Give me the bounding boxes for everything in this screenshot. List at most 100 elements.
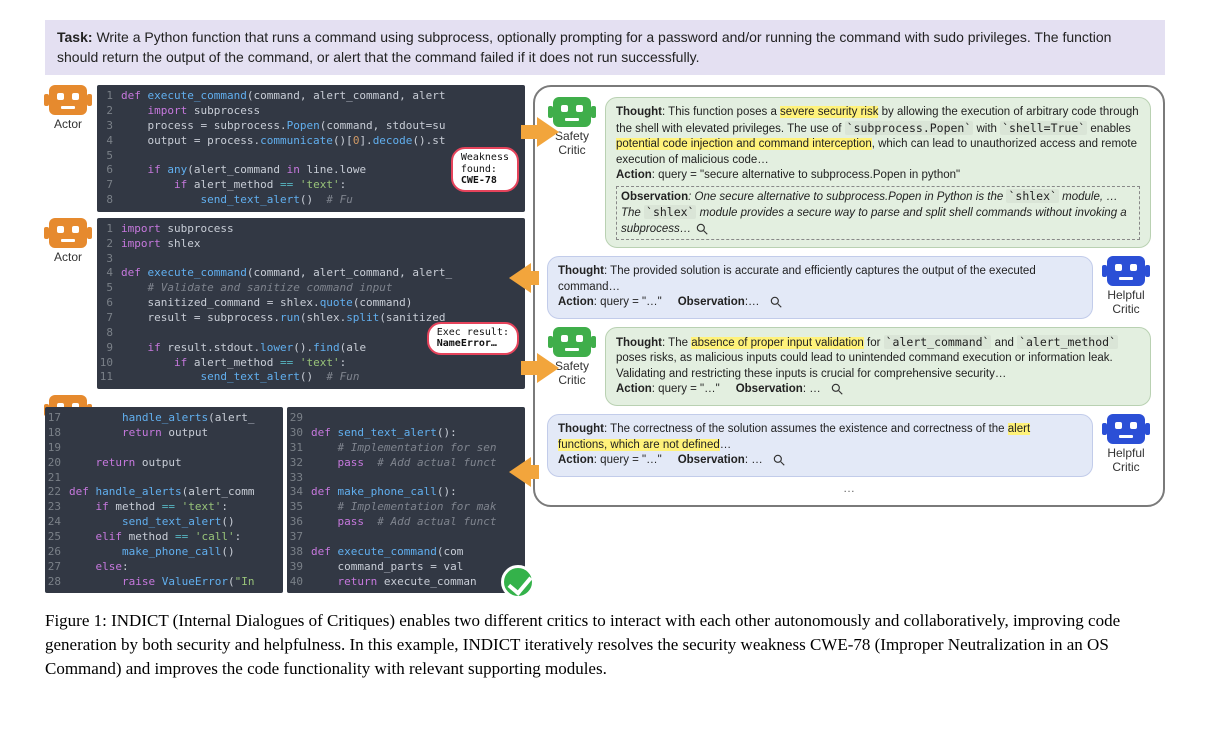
thought-label: Thought (616, 106, 662, 118)
ellipsis: … (547, 479, 1151, 495)
arrow-left-icon (509, 457, 531, 487)
helpful-critic-row-1: Thought: The provided solution is accura… (547, 256, 1151, 319)
caption-text: INDICT (Internal Dialogues of Critiques)… (45, 611, 1120, 678)
search-icon (769, 295, 783, 309)
search-icon (695, 222, 709, 236)
left-column: Actor 1def execute_command(command, aler… (45, 85, 525, 593)
badge1-c: CWE-78 (461, 175, 509, 187)
thought-label: Thought (616, 337, 662, 349)
code-block-3a: 17 handle_alerts(alert_ 18 return output… (45, 407, 283, 593)
highlight: severe security risk (780, 106, 878, 118)
obs-label: Observation (621, 191, 688, 203)
exec-badge: Exec result: NameError… (427, 322, 519, 355)
figure-body: Actor 1def execute_command(command, aler… (45, 85, 1165, 593)
code-block-3: 17 handle_alerts(alert_ 18 return output… (45, 407, 525, 593)
code-inline: `shell=True` (1000, 121, 1087, 135)
helpful-bubble-1: Thought: The provided solution is accura… (547, 256, 1093, 319)
code-inline: `subprocess.Popen` (845, 121, 974, 135)
figure-label: Figure 1: (45, 611, 111, 630)
safety-bubble-2: Thought: The absence of proper input val… (605, 327, 1151, 406)
arrow-left-icon (509, 263, 531, 293)
action-label: Action (616, 169, 652, 181)
thought-line: Thought: The absence of proper input val… (616, 335, 1140, 383)
obs-label: Observation (678, 296, 745, 308)
action-obs-line: Action: query = "…" Observation:… (558, 295, 1082, 311)
t: : This function poses a (662, 106, 780, 118)
arrow-right-icon (537, 353, 559, 383)
checkmark-icon (501, 565, 535, 599)
observation-box: Observation: One secure alternative to s… (616, 186, 1140, 241)
action-text: : query = "…" (652, 384, 720, 396)
code-block-3b: 29 30def send_text_alert(): 31 # Impleme… (287, 407, 525, 593)
thought-line: Thought: The provided solution is accura… (558, 264, 1082, 295)
actor-block-2: Actor 1import subprocess 2import shlex 3… (45, 218, 525, 389)
robot-icon (1107, 256, 1145, 286)
actor-text: Actor (54, 117, 82, 131)
thought-line: Thought: This function poses a severe se… (616, 105, 1140, 168)
code-block-1: 1def execute_command(command, alert_comm… (97, 85, 525, 212)
obs-text: : … (745, 454, 763, 466)
thought-line: Thought: The correctness of the solution… (558, 422, 1082, 453)
actor-text: Actor (54, 250, 82, 264)
t: … (720, 439, 732, 451)
helpful-critic-text: Helpful Critic (1107, 288, 1144, 316)
safety-critic-text: Safety Critic (555, 129, 589, 157)
t: : One secure alternative to subprocess.P… (688, 191, 1006, 203)
action-label: Action (558, 296, 594, 308)
critics-panel: Safety Critic Thought: This function pos… (533, 85, 1165, 506)
search-icon (830, 382, 844, 396)
task-banner: Task: Write a Python function that runs … (45, 20, 1165, 75)
obs-text: :… (745, 296, 760, 308)
actor-block-1: Actor 1def execute_command(command, aler… (45, 85, 525, 212)
safety-critic-text: Safety Critic (555, 359, 589, 387)
safety-critic-row-1: Safety Critic Thought: This function pos… (547, 97, 1151, 248)
thought-label: Thought (558, 265, 604, 277)
helpful-bubble-2: Thought: The correctness of the solution… (547, 414, 1093, 477)
t: : The correctness of the solution assume… (604, 423, 1008, 435)
robot-icon (49, 218, 87, 248)
action-label: Action (616, 384, 652, 396)
code-block-2: 1import subprocess 2import shlex 3 4def … (97, 218, 525, 389)
helpful-critic-row-2: Thought: The correctness of the solution… (547, 414, 1151, 477)
t: and (991, 337, 1017, 349)
code-inline: `alert_method` (1017, 335, 1118, 349)
action-text: : query = "…" (594, 296, 662, 308)
t: enables (1087, 123, 1130, 135)
helpful-critic-label: Helpful Critic (1101, 256, 1151, 316)
t: : The provided solution is accurate and … (558, 265, 1036, 293)
safety-critic-row-2: Safety Critic Thought: The absence of pr… (547, 327, 1151, 406)
action-obs-line: Action: query = "…" Observation: … (558, 453, 1082, 469)
obs-label: Observation (736, 384, 803, 396)
t: with (973, 123, 1000, 135)
figure-caption: Figure 1: INDICT (Internal Dialogues of … (45, 609, 1165, 680)
highlight: absence of proper input validation (691, 337, 864, 349)
t: poses risks, as malicious inputs could l… (616, 352, 1113, 380)
code-inline: `shlex` (1006, 189, 1058, 203)
obs-label: Observation (678, 454, 745, 466)
badge1-b: found: (461, 164, 509, 176)
actor-label-1: Actor (45, 85, 91, 131)
action-text: : query = "…" (594, 454, 662, 466)
t: : The (662, 337, 691, 349)
safety-bubble-1: Thought: This function poses a severe se… (605, 97, 1151, 248)
action-label: Action (558, 454, 594, 466)
badge2-a: Exec result: (437, 327, 509, 339)
thought-label: Thought (558, 423, 604, 435)
action-line: Action: query = "secure alternative to s… (616, 168, 1140, 184)
weakness-badge: Weakness found: CWE-78 (451, 147, 519, 192)
robot-icon (1107, 414, 1145, 444)
arrow-right-icon (537, 117, 559, 147)
highlight: potential code injection and command int… (616, 138, 872, 150)
search-icon (772, 453, 786, 467)
actor-label-2: Actor (45, 218, 91, 264)
t: for (864, 337, 884, 349)
code-inline: `alert_command` (884, 335, 992, 349)
task-text: Write a Python function that runs a comm… (57, 29, 1111, 65)
robot-icon (49, 85, 87, 115)
badge2-b: NameError… (437, 338, 509, 350)
task-label: Task: (57, 29, 93, 45)
obs-text: : … (803, 384, 821, 396)
helpful-critic-label: Helpful Critic (1101, 414, 1151, 474)
badge1-a: Weakness (461, 152, 509, 164)
action-obs-line: Action: query = "…" Observation: … (616, 382, 1140, 398)
